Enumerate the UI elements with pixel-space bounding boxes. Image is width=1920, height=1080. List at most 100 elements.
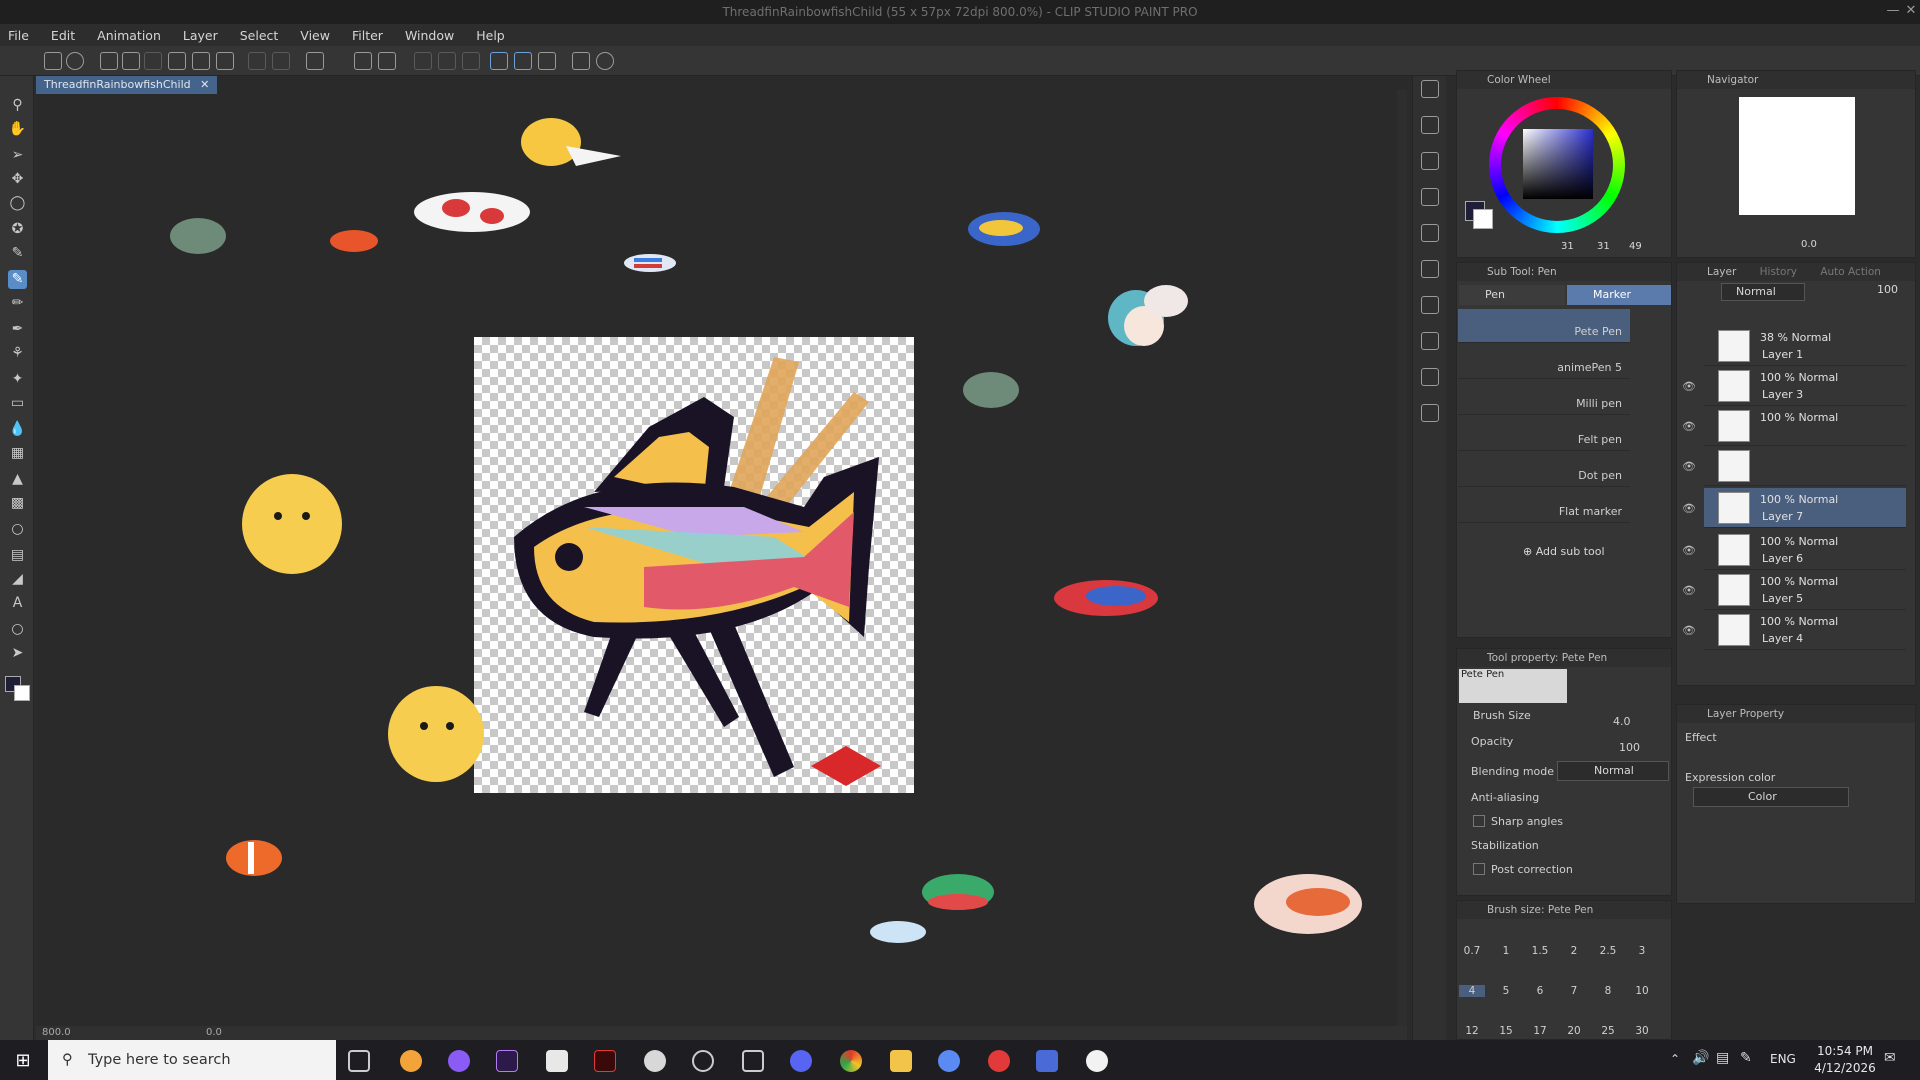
blend-mode-select[interactable]: Normal: [1721, 283, 1805, 301]
brush-size-preset[interactable]: 5: [1493, 985, 1519, 997]
visibility-eye-icon[interactable]: 👁: [1680, 460, 1698, 473]
pencil-tool-icon[interactable]: ✏: [8, 294, 27, 313]
menu-file[interactable]: File: [8, 28, 29, 43]
eraser-icon[interactable]: ▭: [8, 394, 27, 413]
brush-size-preset[interactable]: 7: [1561, 985, 1587, 997]
move-layer-icon[interactable]: ✥: [8, 170, 27, 189]
subtool-item-milli-pen[interactable]: Milli pen: [1458, 381, 1630, 415]
brush-size-preset[interactable]: 2.5: [1595, 945, 1621, 957]
menu-animation[interactable]: Animation: [97, 28, 161, 43]
subtool-item-animepen[interactable]: animePen 5: [1458, 345, 1630, 379]
brush-size-preset[interactable]: 6: [1527, 985, 1553, 997]
brush-size-preset[interactable]: 1.5: [1527, 945, 1553, 957]
save-icon[interactable]: [144, 52, 162, 70]
close-icon[interactable]: ✕: [1902, 2, 1920, 20]
blending-mode-select[interactable]: Normal: [1557, 761, 1669, 781]
visibility-eye-icon[interactable]: 👁: [1680, 420, 1698, 433]
material-6-icon[interactable]: [1421, 332, 1439, 350]
app-icon-4[interactable]: [692, 1050, 714, 1072]
new-file-icon[interactable]: [100, 52, 118, 70]
brush-tool-icon[interactable]: ✒: [8, 320, 27, 339]
panel-close-2-icon[interactable]: [1421, 152, 1439, 170]
language-indicator[interactable]: ENG: [1770, 1052, 1796, 1066]
tab-pen[interactable]: Pen: [1459, 285, 1565, 305]
brush-size-preset[interactable]: 25: [1595, 1025, 1621, 1037]
dot-tool-icon[interactable]: ▦: [8, 444, 27, 463]
layer-row[interactable]: 100 % Normal Layer 3: [1704, 366, 1906, 406]
material-7-icon[interactable]: [1421, 368, 1439, 386]
settings-icon[interactable]: [572, 52, 590, 70]
eyedropper-icon[interactable]: ✎: [8, 244, 27, 263]
open-file-icon[interactable]: [122, 52, 140, 70]
system-clock[interactable]: 10:54 PM 4/12/2026: [1810, 1043, 1880, 1077]
frame-icon[interactable]: ▤: [8, 546, 27, 565]
brush-size-preset[interactable]: 15: [1493, 1025, 1519, 1037]
menu-select[interactable]: Select: [240, 28, 279, 43]
clear-icon[interactable]: [414, 52, 432, 70]
layer-row[interactable]: 38 % Normal Layer 1: [1704, 326, 1906, 366]
material-8-icon[interactable]: [1421, 404, 1439, 422]
app-icon-8[interactable]: [1036, 1050, 1058, 1072]
saturation-value-square[interactable]: [1523, 129, 1593, 199]
animate-icon[interactable]: [594, 1050, 616, 1072]
app-icon-6[interactable]: [938, 1050, 960, 1072]
layer-row[interactable]: [1704, 446, 1906, 486]
snap-grid-icon[interactable]: [538, 52, 556, 70]
zoom-value[interactable]: 800.0: [42, 1027, 71, 1038]
network-icon[interactable]: ▤: [1716, 1050, 1729, 1066]
menu-layer[interactable]: Layer: [183, 28, 218, 43]
visibility-eye-icon[interactable]: 👁: [1680, 584, 1698, 597]
app-icon-5[interactable]: [742, 1050, 764, 1072]
panel-close-icon[interactable]: [1421, 80, 1439, 98]
tab-auto-action[interactable]: Auto Action: [1820, 266, 1881, 278]
zoom-tool-icon[interactable]: ⚲: [8, 96, 27, 115]
material-2-icon[interactable]: [1421, 188, 1439, 206]
tab-history[interactable]: History: [1760, 266, 1797, 278]
ruler-icon[interactable]: ◢: [8, 570, 27, 589]
gradient-icon[interactable]: ▩: [8, 494, 27, 513]
hand-tool-icon[interactable]: ✋: [8, 120, 27, 139]
menu-icon[interactable]: [44, 52, 62, 70]
correct-line-icon[interactable]: ➤: [8, 644, 27, 663]
windows-start-icon[interactable]: ⊞: [12, 1050, 34, 1072]
brush-size-preset[interactable]: 8: [1595, 985, 1621, 997]
brush-size-preset[interactable]: 12: [1459, 1025, 1485, 1037]
material-4-icon[interactable]: [1421, 260, 1439, 278]
operation-tool-icon[interactable]: ➢: [8, 146, 27, 165]
clip-studio-icon[interactable]: [66, 52, 84, 70]
app-icon-3[interactable]: [546, 1050, 568, 1072]
tab-layer[interactable]: Layer: [1707, 266, 1736, 278]
menu-edit[interactable]: Edit: [51, 28, 75, 43]
airbrush-icon[interactable]: ⚘: [8, 344, 27, 363]
menu-window[interactable]: Window: [405, 28, 454, 43]
figure-icon[interactable]: ○: [8, 520, 27, 539]
blend-icon[interactable]: 💧: [8, 420, 27, 439]
navigator-preview[interactable]: [1739, 97, 1855, 215]
sharp-angles-checkbox[interactable]: [1473, 815, 1485, 827]
layer-row[interactable]: 100 % Normal Layer 6: [1704, 530, 1906, 570]
notification-icon[interactable]: ✉: [1884, 1050, 1896, 1066]
brush-size-preset[interactable]: 2: [1561, 945, 1587, 957]
lasso-icon[interactable]: ◯: [8, 194, 27, 213]
layer-row[interactable]: 100 % Normal: [1704, 406, 1906, 446]
material-icon[interactable]: [1421, 116, 1439, 134]
angle-value[interactable]: 0.0: [206, 1027, 222, 1038]
app-icon-1[interactable]: [400, 1050, 422, 1072]
material-3-icon[interactable]: [1421, 224, 1439, 242]
visibility-eye-icon[interactable]: 👁: [1680, 624, 1698, 637]
auto-select-icon[interactable]: ✪: [8, 220, 27, 239]
balloon-icon[interactable]: ○: [8, 620, 27, 639]
volume-icon[interactable]: 🔊: [1692, 1050, 1709, 1066]
add-sub-tool-button[interactable]: ⊕ Add sub tool: [1523, 545, 1605, 558]
subtool-item-dot-pen[interactable]: Dot pen: [1458, 453, 1630, 487]
menu-view[interactable]: View: [300, 28, 330, 43]
brush-size-preset[interactable]: 1: [1493, 945, 1519, 957]
layer-row[interactable]: 100 % Normal Layer 4: [1704, 610, 1906, 650]
subtool-item-flat-marker[interactable]: Flat marker: [1458, 489, 1630, 523]
export-icon[interactable]: [192, 52, 210, 70]
layer-row-selected[interactable]: 100 % Normal Layer 7: [1704, 488, 1906, 528]
menu-help[interactable]: Help: [476, 28, 505, 43]
brush-size-preset[interactable]: 10: [1629, 985, 1655, 997]
layer-row[interactable]: 100 % Normal Layer 5: [1704, 570, 1906, 610]
taskbar-search[interactable]: ⚲ Type here to search: [48, 1040, 336, 1080]
